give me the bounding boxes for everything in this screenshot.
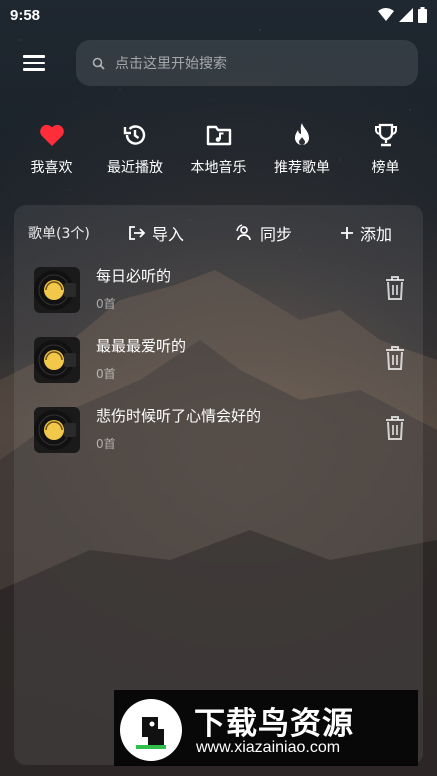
playlist-row[interactable]: 每日必听的 0首 bbox=[14, 261, 423, 325]
playlist-row[interactable]: 最最最爱听的 0首 bbox=[14, 331, 423, 395]
nav-label: 榜单 bbox=[371, 160, 400, 176]
battery-icon bbox=[418, 7, 427, 23]
trash-icon[interactable] bbox=[384, 345, 406, 371]
sync-icon bbox=[236, 224, 251, 241]
watermark-title: 下载鸟资源 bbox=[194, 706, 354, 742]
import-button[interactable]: 导入 bbox=[128, 221, 184, 245]
vinyl-record-icon bbox=[34, 267, 80, 313]
trash-icon[interactable] bbox=[384, 275, 406, 301]
nav-label: 本地音乐 bbox=[190, 160, 247, 176]
search-icon bbox=[92, 57, 105, 70]
trash-icon[interactable] bbox=[384, 415, 406, 441]
nav-favorites[interactable]: 我喜欢 bbox=[10, 122, 93, 184]
sync-label: 同步 bbox=[260, 225, 293, 244]
nav-label: 我喜欢 bbox=[30, 160, 73, 176]
nav-recent[interactable]: 最近播放 bbox=[94, 122, 177, 184]
quick-nav: 我喜欢 最近播放 本地音乐 推荐歌单 榜单 bbox=[10, 122, 427, 184]
vinyl-record-icon bbox=[34, 407, 80, 453]
playlists-title: 歌单(3个) bbox=[28, 226, 90, 242]
add-label: 添加 bbox=[360, 225, 393, 244]
nav-label: 推荐歌单 bbox=[274, 160, 330, 176]
history-icon bbox=[123, 125, 146, 145]
playlists-panel: 歌单(3个) 导入 同步 添加 每日必听的 0首 最最最爱听的 0首 悲伤时候听… bbox=[14, 205, 423, 765]
status-icons bbox=[378, 7, 427, 23]
hamburger-menu-icon[interactable] bbox=[19, 50, 49, 76]
trophy-icon bbox=[374, 123, 397, 147]
playlist-count: 0首 bbox=[96, 297, 116, 311]
playlist-count: 0首 bbox=[96, 367, 116, 381]
status-bar: 9:58 bbox=[0, 0, 437, 30]
import-label: 导入 bbox=[152, 225, 185, 244]
watermark-banner: 下载鸟资源 www.xiazainiao.com bbox=[114, 690, 418, 766]
nav-recommended-playlists[interactable]: 推荐歌单 bbox=[261, 122, 344, 184]
playlist-name: 悲伤时候听了心情会好的 bbox=[96, 407, 262, 425]
vinyl-record-icon bbox=[34, 337, 80, 383]
import-icon bbox=[129, 226, 146, 240]
bird-logo-icon bbox=[120, 699, 182, 761]
playlists-header: 歌单(3个) 导入 同步 添加 bbox=[14, 205, 423, 261]
nav-charts[interactable]: 榜单 bbox=[344, 122, 427, 184]
playlist-name: 每日必听的 bbox=[96, 267, 172, 285]
sync-button[interactable]: 同步 bbox=[234, 221, 292, 245]
search-input[interactable]: 点击这里开始搜索 bbox=[76, 40, 418, 86]
cell-signal-icon bbox=[399, 8, 413, 22]
heart-icon bbox=[39, 124, 64, 146]
plus-icon bbox=[341, 227, 353, 239]
flame-icon bbox=[295, 123, 309, 145]
playlist-count: 0首 bbox=[96, 437, 116, 451]
search-placeholder: 点击这里开始搜索 bbox=[115, 56, 227, 72]
nav-local-music[interactable]: 本地音乐 bbox=[177, 122, 260, 184]
watermark-url: www.xiazainiao.com bbox=[196, 739, 341, 756]
playlist-row[interactable]: 悲伤时候听了心情会好的 0首 bbox=[14, 401, 423, 465]
add-playlist-button[interactable]: 添加 bbox=[340, 221, 392, 245]
nav-label: 最近播放 bbox=[107, 160, 163, 176]
music-folder-icon bbox=[206, 125, 231, 146]
playlist-name: 最最最爱听的 bbox=[96, 337, 187, 355]
status-time: 9:58 bbox=[10, 6, 41, 24]
wifi-icon bbox=[378, 8, 394, 21]
